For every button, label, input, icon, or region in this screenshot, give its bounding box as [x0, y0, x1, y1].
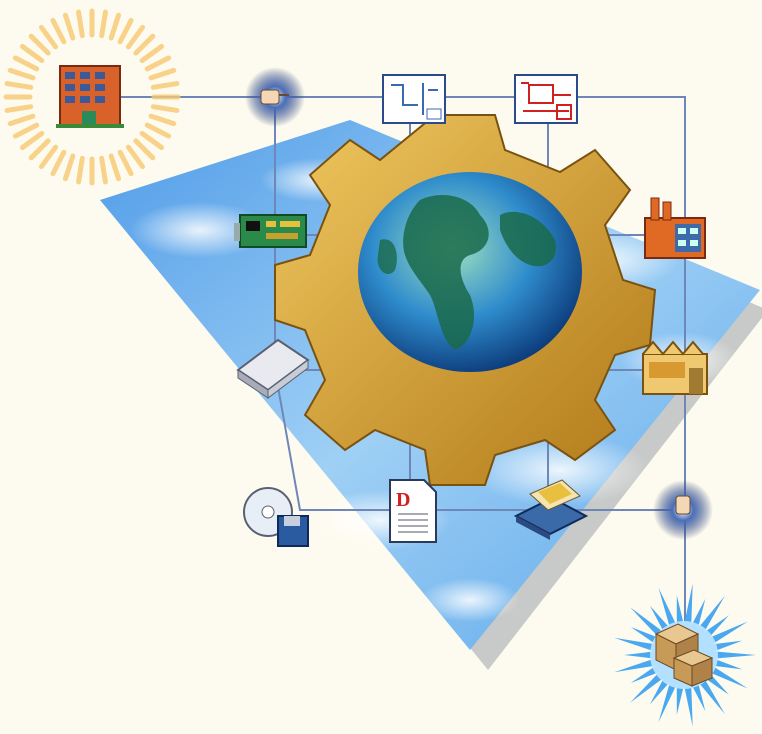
schematic-document-icon	[382, 74, 446, 124]
illustration-canvas: D	[0, 0, 762, 734]
network-hand-icon	[245, 67, 305, 127]
circuit-board-icon	[234, 214, 307, 248]
pdf-document-icon: D	[389, 479, 437, 543]
svg-text:D: D	[396, 489, 410, 511]
office-building-icon	[56, 65, 124, 128]
blueprint-document-icon	[514, 74, 578, 124]
globe-icon	[358, 172, 582, 372]
network-hand-icon-2	[653, 480, 713, 540]
factory-icon	[644, 197, 706, 259]
network-illustration: D	[3, 8, 762, 727]
warehouse-icon	[642, 340, 708, 395]
